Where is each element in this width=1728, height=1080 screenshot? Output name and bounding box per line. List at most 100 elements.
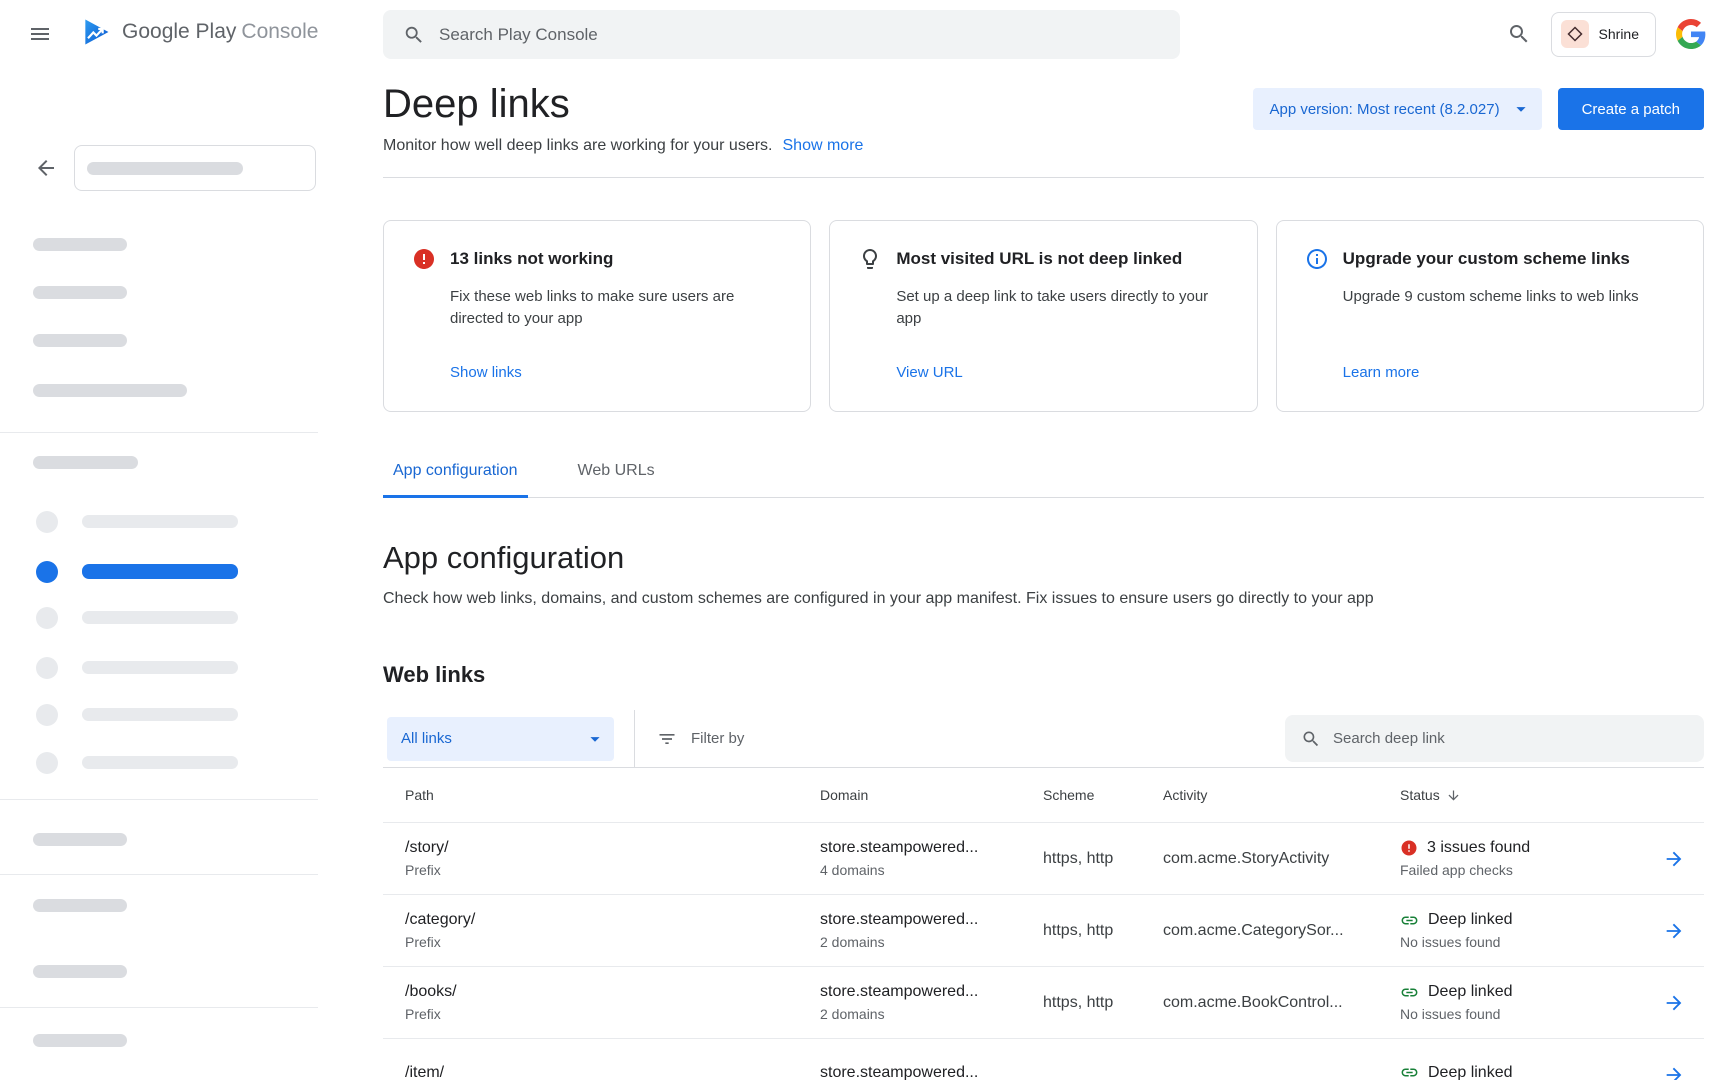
search-icon-secondary[interactable] xyxy=(1507,22,1531,46)
table-row[interactable]: /item/ store.steampowered... Deep linked xyxy=(383,1038,1704,1080)
domain-value: store.steampowered... xyxy=(820,910,1043,930)
nav-item-skeleton[interactable] xyxy=(82,515,238,528)
search-icon xyxy=(1301,729,1321,749)
path-type: Prefix xyxy=(405,934,820,951)
tab-app-configuration[interactable]: App configuration xyxy=(383,462,528,498)
topbar-right: Shrine xyxy=(1507,0,1706,68)
play-console-logo[interactable]: Google PlayConsole xyxy=(80,16,318,48)
back-arrow-icon[interactable] xyxy=(34,156,58,180)
play-triangle-icon xyxy=(80,16,112,48)
path-value: /story/ xyxy=(405,838,820,858)
nav-item-skeleton[interactable] xyxy=(82,611,238,624)
global-search[interactable] xyxy=(383,10,1180,59)
path-value: /category/ xyxy=(405,910,820,930)
domain-value: store.steampowered... xyxy=(820,838,1043,858)
column-header-path[interactable]: Path xyxy=(383,787,820,803)
view-url-link[interactable]: View URL xyxy=(896,364,1228,381)
row-detail-arrow[interactable] xyxy=(1644,1064,1704,1080)
table-row[interactable]: /story/ Prefix store.steampowered... 4 d… xyxy=(383,822,1704,894)
status-detail: Failed app checks xyxy=(1400,862,1644,879)
nav-item-skeleton-icon[interactable] xyxy=(36,752,58,774)
status-value: Deep linked xyxy=(1428,1063,1513,1080)
chevron-down-icon xyxy=(1510,98,1532,120)
scheme-value: https, http xyxy=(1043,850,1163,868)
links-filter-dropdown[interactable]: All links xyxy=(387,717,614,761)
nav-item-skeleton[interactable] xyxy=(82,708,238,721)
main-content: Deep links Monitor how well deep links a… xyxy=(318,68,1728,1080)
skeleton-bar xyxy=(33,1034,127,1047)
activity-value: com.acme.StoryActivity xyxy=(1163,850,1400,868)
google-account-icon[interactable] xyxy=(1676,19,1706,49)
domain-count: 2 domains xyxy=(820,1006,1043,1023)
sidebar-divider xyxy=(0,799,318,800)
nav-item-skeleton[interactable] xyxy=(82,756,238,769)
menu-icon[interactable] xyxy=(28,22,52,46)
column-header-status[interactable]: Status xyxy=(1400,787,1644,803)
learn-more-link[interactable]: Learn more xyxy=(1343,364,1675,381)
insight-cards: 13 links not working Fix these web links… xyxy=(383,220,1704,412)
skeleton-bar xyxy=(33,384,187,397)
section-description: Check how web links, domains, and custom… xyxy=(383,590,1704,608)
status-detail: No issues found xyxy=(1400,1006,1644,1023)
web-links-heading: Web links xyxy=(383,662,1704,688)
skeleton-bar xyxy=(33,456,138,469)
link-icon xyxy=(1400,983,1419,1002)
table-row[interactable]: /books/ Prefix store.steampowered... 2 d… xyxy=(383,966,1704,1038)
logo-google-play: Google Play xyxy=(122,20,236,43)
nav-item-skeleton-icon[interactable] xyxy=(36,607,58,629)
show-links-link[interactable]: Show links xyxy=(450,364,782,381)
skeleton-bar xyxy=(33,833,127,846)
status-value: Deep linked xyxy=(1428,910,1513,930)
row-detail-arrow[interactable] xyxy=(1644,920,1704,942)
global-search-input[interactable] xyxy=(439,25,1160,45)
status-header-label: Status xyxy=(1400,787,1440,803)
logo-console: Console xyxy=(241,20,318,43)
card-upgrade-schemes: Upgrade your custom scheme links Upgrade… xyxy=(1276,220,1704,412)
filter-by-button[interactable]: Filter by xyxy=(657,729,744,749)
create-patch-button[interactable]: Create a patch xyxy=(1558,88,1704,130)
filter-by-label: Filter by xyxy=(691,730,744,747)
row-detail-arrow[interactable] xyxy=(1644,992,1704,1014)
deep-link-search[interactable] xyxy=(1285,715,1704,762)
table-row[interactable]: /category/ Prefix store.steampowered... … xyxy=(383,894,1704,966)
error-icon xyxy=(412,247,436,271)
app-selector-chip[interactable]: Shrine xyxy=(1551,12,1656,57)
show-more-link[interactable]: Show more xyxy=(783,137,864,155)
activity-value: com.acme.BookControl... xyxy=(1163,994,1400,1012)
topbar: Google PlayConsole Shrine xyxy=(0,0,1728,68)
deep-link-search-input[interactable] xyxy=(1333,730,1688,747)
tab-bar: App configuration Web URLs xyxy=(383,462,1704,498)
path-value: /books/ xyxy=(405,982,820,1002)
app-version-dropdown[interactable]: App version: Most recent (8.2.027) xyxy=(1253,88,1541,130)
app-version-label: App version: Most recent (8.2.027) xyxy=(1269,101,1499,118)
skeleton-bar xyxy=(33,286,127,299)
card-body: Upgrade 9 custom scheme links to web lin… xyxy=(1343,286,1675,308)
sidebar-divider xyxy=(0,874,318,875)
column-header-activity[interactable]: Activity xyxy=(1163,787,1400,803)
nav-item-skeleton[interactable] xyxy=(82,661,238,674)
tab-web-urls[interactable]: Web URLs xyxy=(568,462,665,498)
nav-item-skeleton-icon[interactable] xyxy=(36,657,58,679)
table-header: Path Domain Scheme Activity Status xyxy=(383,768,1704,822)
section-title: App configuration xyxy=(383,540,1704,576)
domain-value: store.steampowered... xyxy=(820,982,1043,1002)
status-detail: No issues found xyxy=(1400,934,1644,951)
row-detail-arrow[interactable] xyxy=(1644,848,1704,870)
nav-item-skeleton-icon[interactable] xyxy=(36,511,58,533)
nav-item-skeleton-icon[interactable] xyxy=(36,704,58,726)
sort-descending-icon xyxy=(1446,788,1461,803)
column-header-domain[interactable]: Domain xyxy=(820,787,1043,803)
toolbar-divider xyxy=(634,710,635,768)
scheme-value: https, http xyxy=(1043,922,1163,940)
link-icon xyxy=(1400,1063,1419,1080)
sidebar-divider xyxy=(0,1007,318,1008)
skeleton-bar xyxy=(33,238,127,251)
active-nav-item[interactable] xyxy=(82,564,238,579)
sidebar-divider xyxy=(0,432,318,433)
page-selector-skeleton[interactable] xyxy=(74,145,316,191)
active-nav-item-icon[interactable] xyxy=(36,561,58,583)
shrine-app-icon xyxy=(1561,20,1589,48)
skeleton-bar xyxy=(87,162,243,175)
skeleton-bar xyxy=(33,334,127,347)
column-header-scheme[interactable]: Scheme xyxy=(1043,787,1163,803)
